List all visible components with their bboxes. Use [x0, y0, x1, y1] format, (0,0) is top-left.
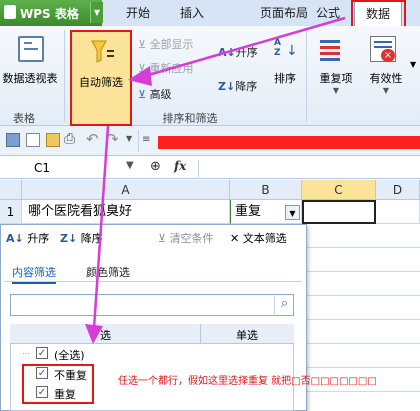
arrow-head-list — [85, 324, 103, 344]
arrow-line-to-list — [92, 125, 110, 329]
arrow-line-to-autofilter — [137, 16, 346, 80]
arrow-head-autofilter — [128, 66, 152, 86]
annotation-arrows — [85, 16, 346, 344]
